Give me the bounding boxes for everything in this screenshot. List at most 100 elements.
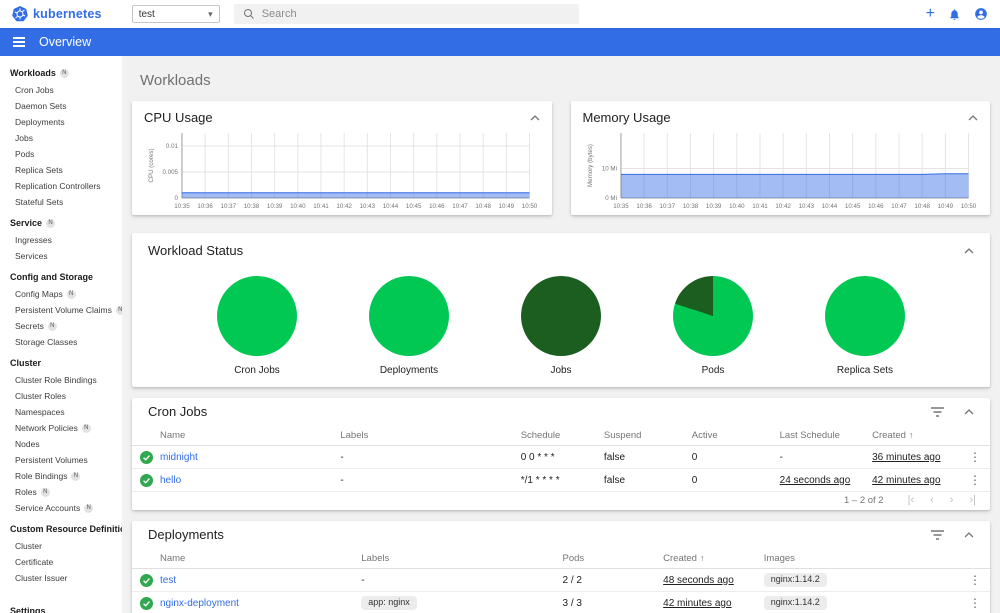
user-account-icon[interactable] xyxy=(974,7,988,21)
sidebar-item-ingresses[interactable]: Ingresses xyxy=(0,232,122,248)
svg-text:10:49: 10:49 xyxy=(499,203,515,210)
collapse-chevron-icon[interactable] xyxy=(968,114,978,121)
column-header-suspend[interactable]: Suspend xyxy=(604,430,692,441)
svg-text:10:40: 10:40 xyxy=(290,203,306,210)
name-value[interactable]: test xyxy=(160,575,176,586)
collapse-chevron-icon[interactable] xyxy=(964,408,974,415)
sidebar-item-cluster[interactable]: Cluster xyxy=(0,538,122,554)
column-header-created[interactable]: Created ↑ xyxy=(872,430,960,441)
sidebar-item-nodes[interactable]: Nodes xyxy=(0,436,122,452)
namespaced-badge: N xyxy=(84,503,94,513)
item-label: Service Accounts xyxy=(15,503,81,513)
schedule-value: */1 * * * * xyxy=(520,474,560,486)
sidebar-item-config-maps[interactable]: Config Maps N xyxy=(0,286,122,302)
name-value[interactable]: midnight xyxy=(160,452,198,463)
column-header-name[interactable]: Name xyxy=(160,430,340,441)
sidebar-item-certificate[interactable]: Certificate xyxy=(0,554,122,570)
svg-text:CPU (cores): CPU (cores) xyxy=(148,148,155,182)
cell-pods: 2 / 2 xyxy=(563,575,664,586)
search-input[interactable] xyxy=(261,8,570,20)
svg-text:10:35: 10:35 xyxy=(174,203,190,210)
row-menu-kebab-icon[interactable]: ⋮ xyxy=(960,573,990,587)
pie-chart xyxy=(521,276,601,356)
pie-chart xyxy=(217,276,297,356)
column-header-labels[interactable]: Labels xyxy=(361,553,562,564)
sidebar-item-service-accounts[interactable]: Service Accounts N xyxy=(0,500,122,516)
row-menu-kebab-icon[interactable]: ⋮ xyxy=(960,596,990,610)
sidebar-item-storage-classes[interactable]: Storage Classes xyxy=(0,334,122,350)
filter-icon[interactable] xyxy=(931,406,944,417)
sidebar-item-cluster-role-bindings[interactable]: Cluster Role Bindings xyxy=(0,372,122,388)
column-header-last-schedule[interactable]: Last Schedule xyxy=(780,430,872,441)
svg-text:10:45: 10:45 xyxy=(844,203,860,210)
svg-text:10:50: 10:50 xyxy=(960,203,976,210)
sidebar-item-persistent-volume-claims[interactable]: Persistent Volume Claims N xyxy=(0,302,122,318)
column-header-labels[interactable]: Labels xyxy=(340,430,520,441)
svg-text:10:37: 10:37 xyxy=(659,203,675,210)
svg-text:0.01: 0.01 xyxy=(166,143,179,150)
column-header-images[interactable]: Images xyxy=(764,553,960,564)
column-header-active[interactable]: Active xyxy=(692,430,780,441)
row-menu-kebab-icon[interactable]: ⋮ xyxy=(960,450,990,464)
sidebar-section-settings[interactable]: Settings xyxy=(0,602,122,613)
row-menu-kebab-icon[interactable]: ⋮ xyxy=(960,473,990,487)
sidebar-item-cron-jobs[interactable]: Cron Jobs xyxy=(0,82,122,98)
search-bar[interactable] xyxy=(233,4,579,24)
pie-label: Cron Jobs xyxy=(234,365,280,376)
main-content: Workloads CPU Usage 10:35 10:36 10:37 10:38… xyxy=(122,56,1000,613)
sidebar-item-network-policies[interactable]: Network Policies N xyxy=(0,420,122,436)
sidebar-item-pods[interactable]: Pods xyxy=(0,146,122,162)
notifications-bell-icon[interactable] xyxy=(948,8,961,21)
pagination-next-page-icon[interactable]: › xyxy=(950,495,954,506)
deployments-card: Deployments Name Labels Pods Created ↑ Images… xyxy=(132,521,990,613)
cell-last_schedule: - xyxy=(780,452,872,463)
sidebar-item-stateful-sets[interactable]: Stateful Sets xyxy=(0,194,122,210)
name-value[interactable]: hello xyxy=(160,475,181,486)
item-label: Namespaces xyxy=(15,407,65,417)
sidebar-item-role-bindings[interactable]: Role Bindings N xyxy=(0,468,122,484)
svg-text:10:44: 10:44 xyxy=(383,203,399,210)
name-value[interactable]: nginx-deployment xyxy=(160,598,239,609)
sidebar-item-daemon-sets[interactable]: Daemon Sets xyxy=(0,98,122,114)
sidebar-item-cluster-roles[interactable]: Cluster Roles xyxy=(0,388,122,404)
section-label: Config and Storage xyxy=(10,272,93,282)
sidebar-item-roles[interactable]: Roles N xyxy=(0,484,122,500)
svg-text:10:42: 10:42 xyxy=(336,203,352,210)
sidebar-item-deployments[interactable]: Deployments xyxy=(0,114,122,130)
cell-name: nginx-deployment xyxy=(160,598,361,609)
app-toolbar: Overview xyxy=(0,28,1000,56)
sidebar-item-replica-sets[interactable]: Replica Sets xyxy=(0,162,122,178)
column-header-name[interactable]: Name xyxy=(160,553,361,564)
pagination-last-page-icon[interactable]: ›| xyxy=(969,495,976,506)
pagination-first-page-icon[interactable]: |‹ xyxy=(908,495,915,506)
column-header-pods[interactable]: Pods xyxy=(563,553,664,564)
sidebar-item-jobs[interactable]: Jobs xyxy=(0,130,122,146)
kubernetes-logo[interactable]: kubernetes xyxy=(12,6,102,22)
sidebar-item-services[interactable]: Services xyxy=(0,248,122,264)
menu-hamburger-icon[interactable] xyxy=(13,37,25,47)
pagination-prev-page-icon[interactable]: ‹ xyxy=(930,495,934,506)
create-plus-button[interactable]: + xyxy=(926,6,935,22)
search-icon xyxy=(243,8,255,20)
sidebar-item-cluster-issuer[interactable]: Cluster Issuer xyxy=(0,570,122,586)
sidebar-item-persistent-volumes[interactable]: Persistent Volumes xyxy=(0,452,122,468)
sidebar-item-secrets[interactable]: Secrets N xyxy=(0,318,122,334)
created-value: 36 minutes ago xyxy=(872,451,941,463)
namespace-select[interactable]: test ▾ xyxy=(131,5,220,23)
collapse-chevron-icon[interactable] xyxy=(964,531,974,538)
item-label: Jobs xyxy=(15,133,33,143)
labels-value: - xyxy=(340,451,344,463)
filter-icon[interactable] xyxy=(931,529,944,540)
pie-label: Deployments xyxy=(379,365,439,376)
column-header-schedule[interactable]: Schedule xyxy=(521,430,604,441)
cell-actions: ⋮ xyxy=(960,596,990,610)
item-label: Replication Controllers xyxy=(15,181,101,191)
sidebar-item-namespaces[interactable]: Namespaces xyxy=(0,404,122,420)
column-header-created[interactable]: Created ↑ xyxy=(663,553,764,564)
namespaced-badge: N xyxy=(47,321,57,331)
cell-labels: - xyxy=(340,475,520,486)
collapse-chevron-icon[interactable] xyxy=(964,247,974,254)
collapse-chevron-icon[interactable] xyxy=(530,114,540,121)
svg-text:10:46: 10:46 xyxy=(868,203,884,210)
sidebar-item-replication-controllers[interactable]: Replication Controllers xyxy=(0,178,122,194)
